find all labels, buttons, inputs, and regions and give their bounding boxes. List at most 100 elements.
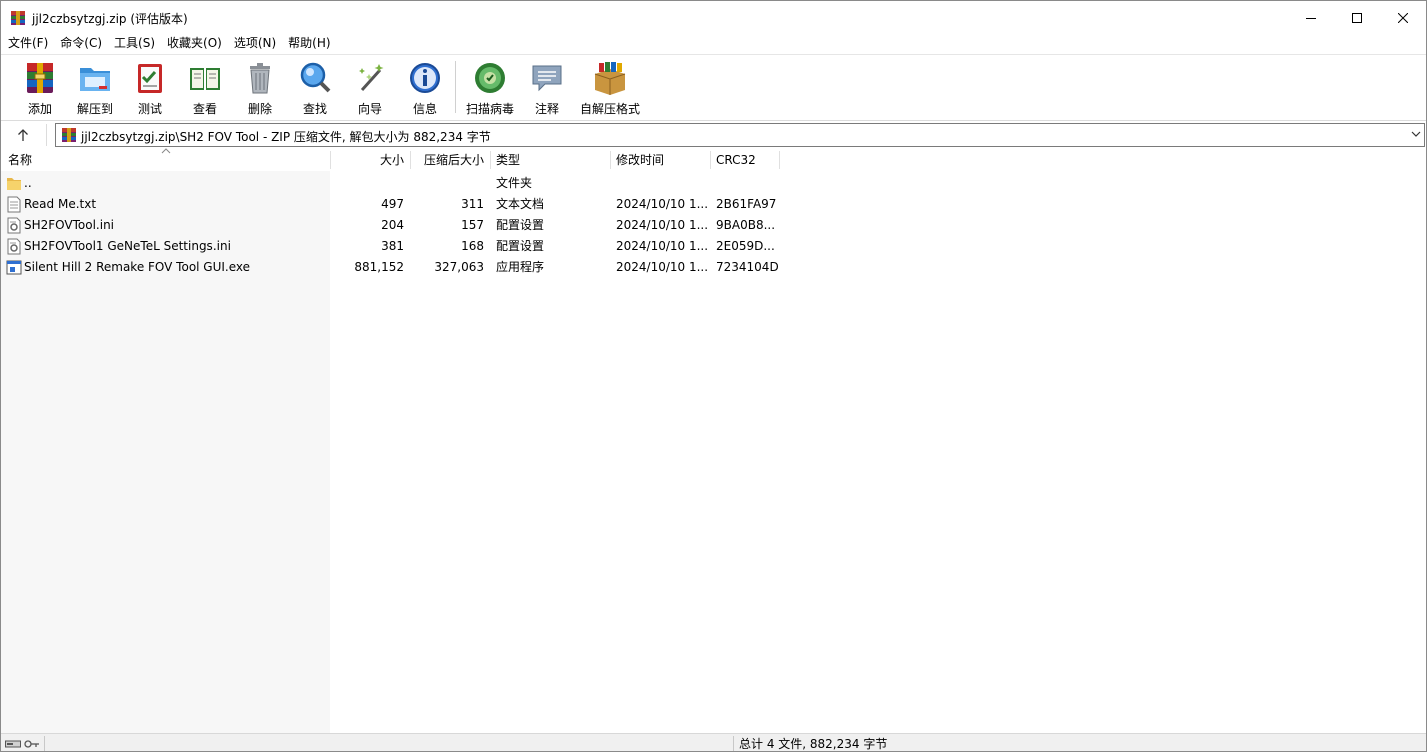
delete-label: 删除 — [247, 102, 272, 116]
drive-icon[interactable] — [5, 739, 21, 749]
chevron-down-icon[interactable] — [1411, 129, 1421, 139]
file-packed-size: 311 — [461, 197, 484, 211]
status-bar: 总计 4 文件, 882,234 字节 — [1, 733, 1426, 751]
info-button[interactable]: 信息 — [397, 57, 453, 117]
menu-options[interactable]: 选项(N) — [228, 34, 282, 53]
file-type: 文本文档 — [496, 197, 545, 211]
column-header-size[interactable]: 大小 — [331, 149, 404, 171]
address-divider — [46, 124, 47, 146]
winrar-archive-icon — [11, 11, 25, 25]
file-name: Read Me.txt — [24, 197, 97, 211]
column-divider[interactable] — [490, 151, 491, 169]
sfx-box-icon — [594, 62, 626, 95]
file-type: 配置设置 — [496, 218, 545, 232]
minimize-button[interactable] — [1288, 1, 1334, 34]
test-button[interactable]: 测试 — [122, 57, 178, 117]
file-name: Silent Hill 2 Remake FOV Tool GUI.exe — [24, 260, 251, 274]
add-archive-icon — [27, 63, 53, 93]
file-size: 381 — [381, 239, 404, 253]
winrar-archive-icon — [62, 128, 76, 142]
column-header-type[interactable]: 类型 — [496, 149, 606, 171]
table-row[interactable]: SH2FOVTool1 GeNeTeL Settings.ini 381 168… — [1, 236, 801, 257]
column-header-packed[interactable]: 压缩后大小 — [411, 149, 484, 171]
comment-button[interactable]: 注释 — [519, 57, 575, 117]
menu-bar: 文件(F) 命令(C) 工具(S) 收藏夹(O) 选项(N) 帮助(H) — [1, 34, 1426, 53]
delete-button[interactable]: 删除 — [232, 57, 288, 117]
scan-label: 扫描病毒 — [465, 102, 514, 116]
file-crc: 9BA0B8... — [716, 218, 776, 232]
view-button[interactable]: 查看 — [177, 57, 233, 117]
status-icons — [5, 737, 43, 751]
status-summary: 总计 4 文件, 882,234 字节 — [739, 737, 888, 751]
test-label: 测试 — [137, 102, 162, 116]
window-title: jjl2czbsytzgj.zip (评估版本) — [32, 12, 188, 26]
address-bar[interactable]: jjl2czbsytzgj.zip\SH2 FOV Tool - ZIP 压缩文… — [55, 123, 1425, 147]
table-row[interactable]: Read Me.txt 497 311 文本文档 2024/10/10 1...… — [1, 194, 801, 215]
trash-icon — [250, 63, 270, 94]
file-name: .. — [24, 176, 32, 190]
close-button[interactable] — [1380, 1, 1426, 34]
virus-scan-icon — [475, 63, 505, 93]
up-level-button[interactable] — [11, 125, 35, 145]
file-crc — [716, 173, 778, 194]
info-icon — [410, 63, 440, 93]
add-button[interactable]: 添加 — [12, 57, 68, 117]
comment-icon — [532, 65, 562, 92]
info-label: 信息 — [412, 102, 437, 116]
extract-button[interactable]: 解压到 — [67, 57, 123, 117]
wizard-label: 向导 — [357, 102, 382, 116]
title-bar: jjl2czbsytzgj.zip (评估版本) — [1, 1, 1426, 34]
file-packed-size: 157 — [461, 218, 484, 232]
file-name: SH2FOVTool1 GeNeTeL Settings.ini — [24, 239, 231, 253]
text-file-icon — [7, 196, 21, 213]
column-divider[interactable] — [710, 151, 711, 169]
scan-virus-button[interactable]: 扫描病毒 — [462, 57, 518, 117]
table-row[interactable]: .. 文件夹 — [1, 173, 801, 194]
settings-file-icon — [7, 217, 21, 234]
file-modified: 2024/10/10 1... — [616, 197, 708, 211]
file-list-header: 名称 大小 压缩后大小 类型 修改时间 CRC32 — [1, 148, 1426, 171]
menu-file[interactable]: 文件(F) — [1, 34, 54, 53]
file-type: 配置设置 — [496, 239, 545, 253]
sfx-button[interactable]: 自解压格式 — [578, 57, 642, 117]
wizard-button[interactable]: 向导 — [342, 57, 398, 117]
table-row[interactable]: SH2FOVTool.ini 204 157 配置设置 2024/10/10 1… — [1, 215, 801, 236]
address-row: jjl2czbsytzgj.zip\SH2 FOV Tool - ZIP 压缩文… — [1, 120, 1426, 148]
file-crc: 2E059D... — [716, 239, 775, 253]
sfx-label: 自解压格式 — [579, 102, 640, 116]
menu-favorites[interactable]: 收藏夹(O) — [161, 34, 228, 53]
file-packed-size: 168 — [461, 239, 484, 253]
extract-label: 解压到 — [76, 102, 113, 116]
status-divider — [44, 736, 45, 751]
find-button[interactable]: 查找 — [287, 57, 343, 117]
column-divider[interactable] — [779, 151, 780, 169]
file-packed-size: 327,063 — [434, 260, 484, 274]
settings-file-icon — [7, 238, 21, 255]
file-crc: 7234104D — [716, 260, 778, 274]
extract-folder-icon — [80, 68, 110, 91]
maximize-button[interactable] — [1334, 1, 1380, 34]
column-divider[interactable] — [610, 151, 611, 169]
toolbar-divider — [455, 61, 456, 113]
file-modified — [616, 173, 708, 194]
menu-tools[interactable]: 工具(S) — [108, 34, 161, 53]
file-size: 497 — [381, 197, 404, 211]
comment-label: 注释 — [534, 102, 559, 116]
address-path: jjl2czbsytzgj.zip\SH2 FOV Tool - ZIP 压缩文… — [81, 130, 491, 144]
search-icon — [300, 62, 331, 93]
view-label: 查看 — [192, 102, 217, 116]
file-type: 文件夹 — [496, 176, 533, 190]
menu-commands[interactable]: 命令(C) — [54, 34, 108, 53]
file-name: SH2FOVTool.ini — [24, 218, 115, 232]
toolbar: 添加 解压到 测试 查看 删除 查找 向导 信息 扫描病毒 注释 自解压格式 — [1, 54, 1426, 119]
file-modified: 2024/10/10 1... — [616, 260, 708, 274]
file-type: 应用程序 — [496, 260, 545, 274]
column-header-crc[interactable]: CRC32 — [716, 149, 776, 171]
minimize-icon — [1306, 17, 1316, 19]
key-icon[interactable] — [24, 739, 40, 749]
table-row[interactable]: Silent Hill 2 Remake FOV Tool GUI.exe 88… — [1, 257, 801, 278]
winrar-window: jjl2czbsytzgj.zip (评估版本) 文件(F) 命令(C) 工具(… — [0, 0, 1427, 752]
menu-help[interactable]: 帮助(H) — [282, 34, 336, 53]
column-header-modified[interactable]: 修改时间 — [616, 149, 706, 171]
test-checklist-icon — [138, 64, 162, 93]
